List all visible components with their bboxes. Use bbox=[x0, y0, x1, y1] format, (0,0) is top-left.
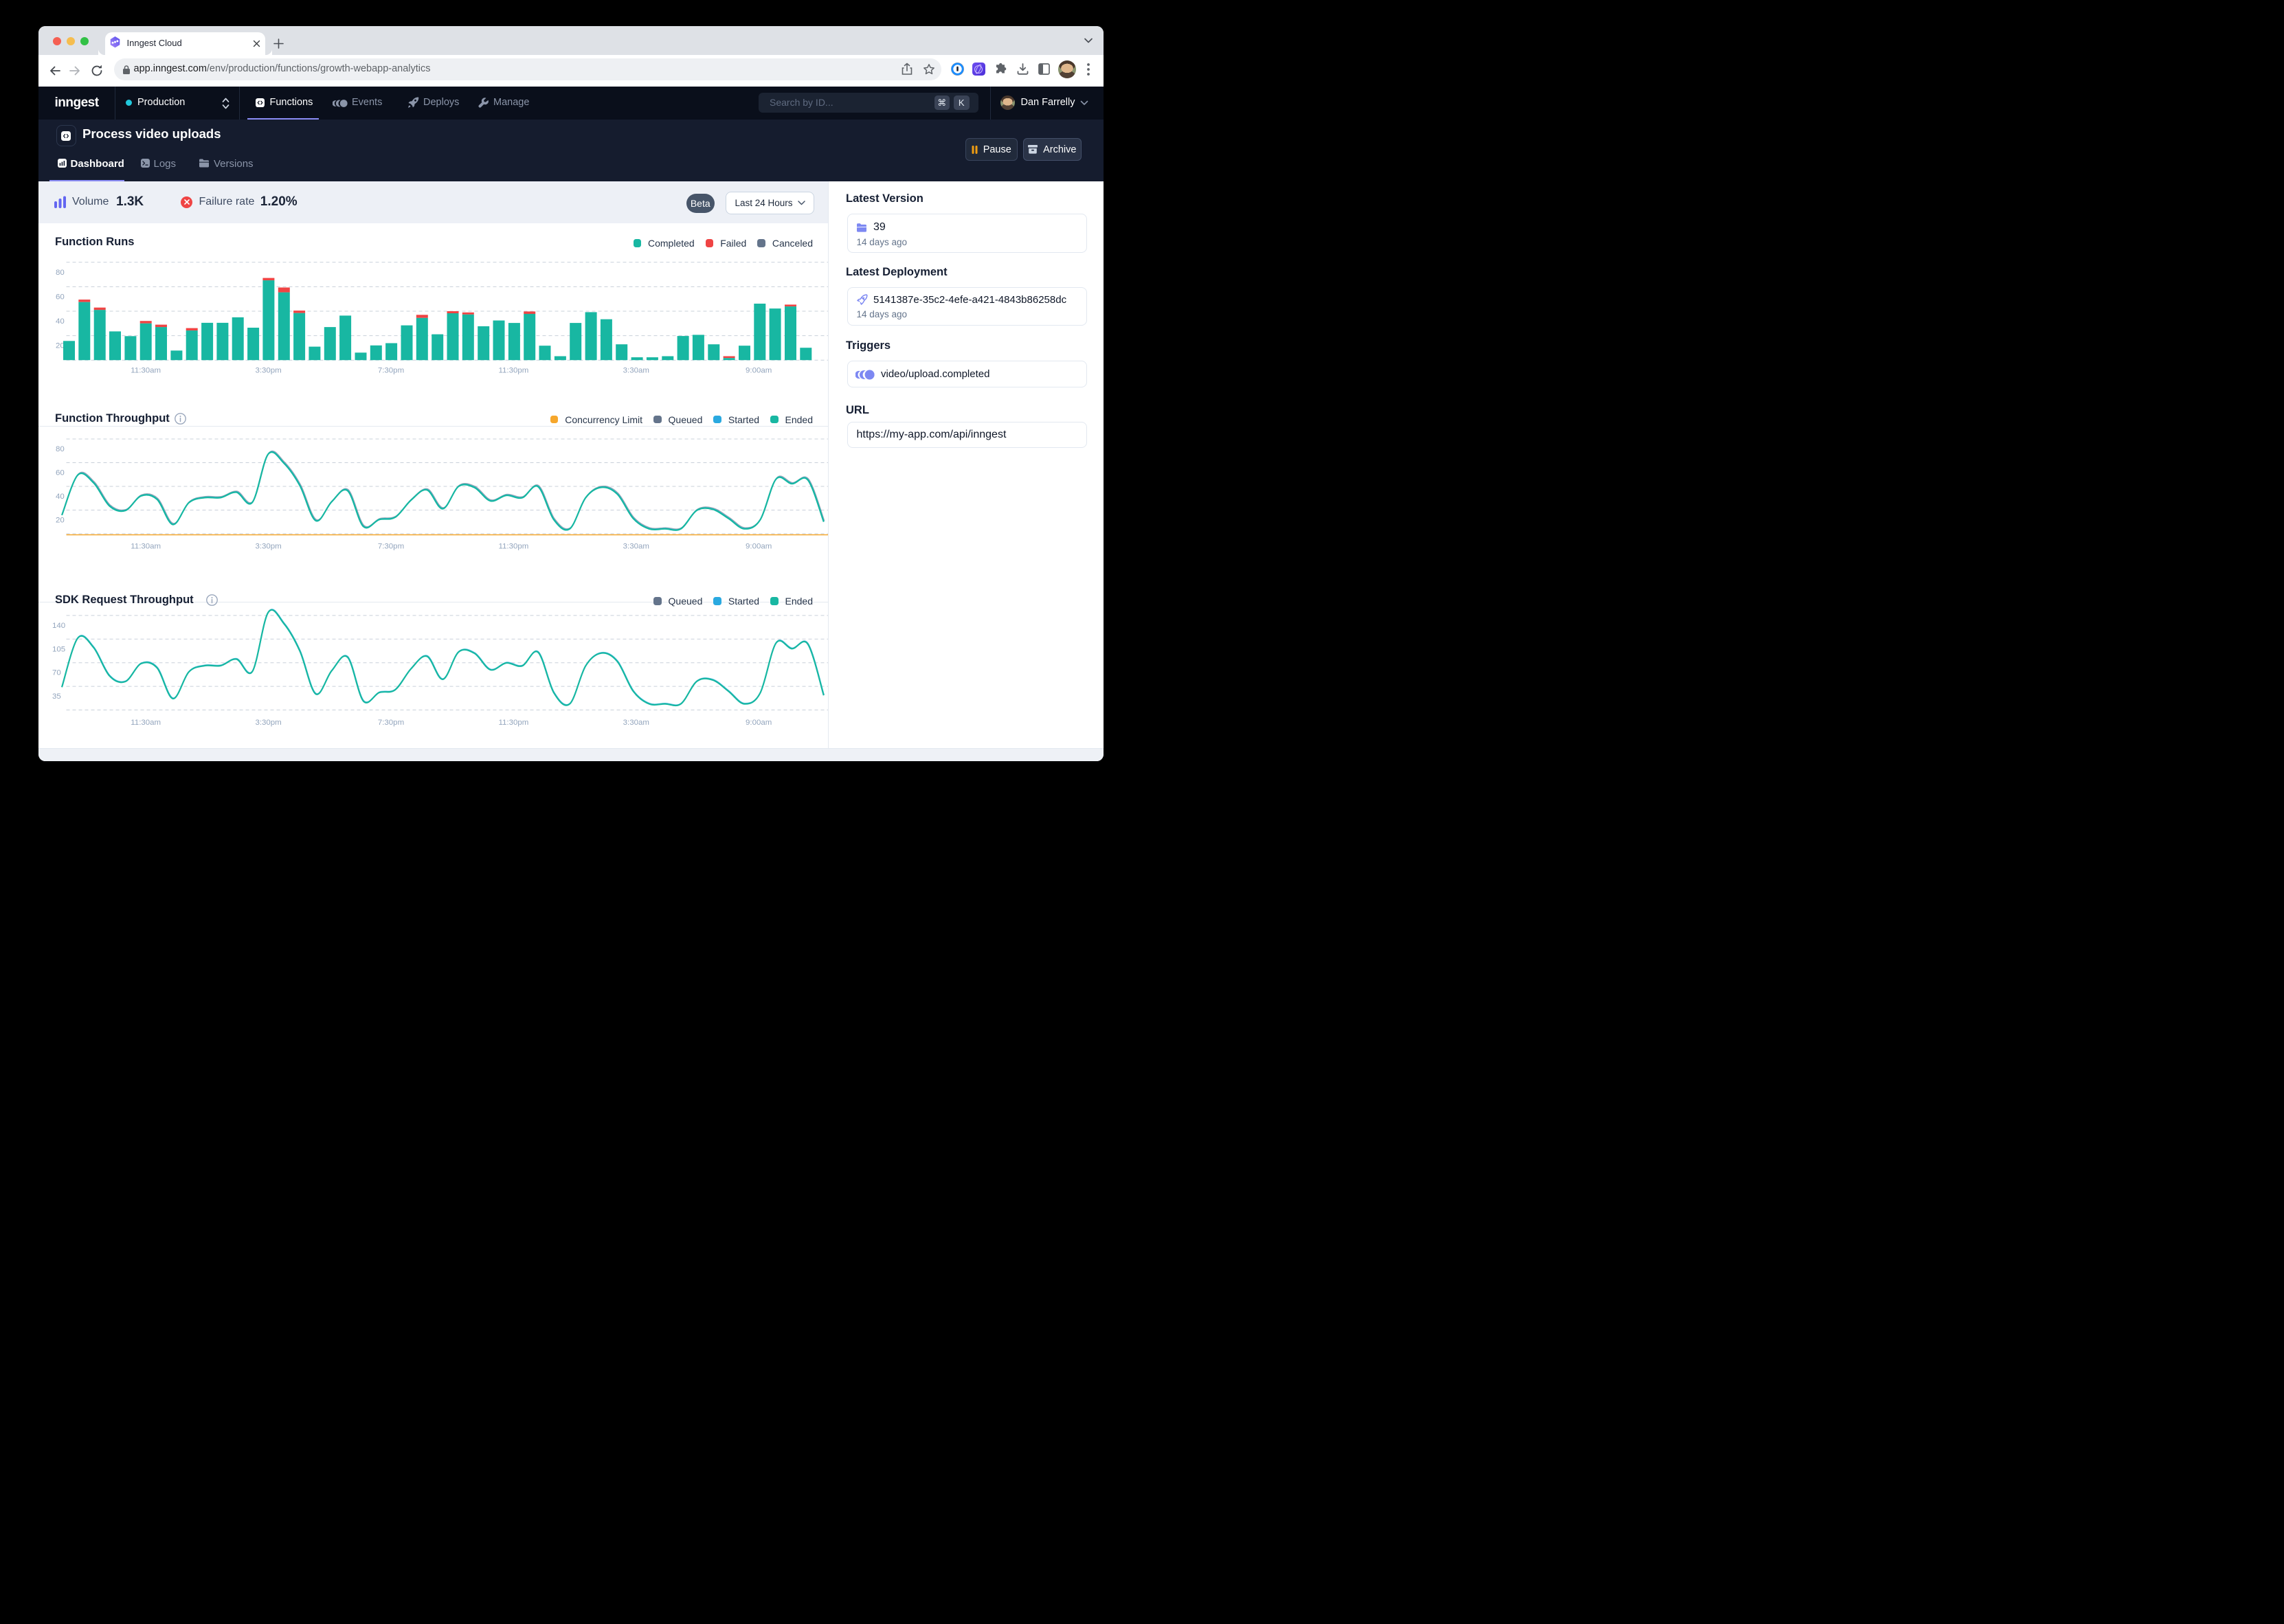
svg-text:11:30am: 11:30am bbox=[131, 366, 161, 374]
svg-text:80: 80 bbox=[56, 445, 65, 453]
svg-text:60: 60 bbox=[56, 293, 65, 301]
svg-text:7:30pm: 7:30pm bbox=[378, 719, 404, 727]
svg-text:20: 20 bbox=[56, 516, 65, 524]
svg-text:40: 40 bbox=[56, 493, 65, 501]
svg-text:105: 105 bbox=[52, 645, 65, 653]
svg-text:3:30am: 3:30am bbox=[623, 719, 649, 727]
svg-text:35: 35 bbox=[52, 692, 61, 701]
svg-text:7:30pm: 7:30pm bbox=[378, 542, 404, 550]
svg-text:11:30pm: 11:30pm bbox=[498, 542, 528, 550]
svg-text:3:30pm: 3:30pm bbox=[255, 542, 281, 550]
svg-text:3:30pm: 3:30pm bbox=[255, 366, 281, 374]
svg-text:9:00am: 9:00am bbox=[746, 719, 772, 727]
svg-text:3:30pm: 3:30pm bbox=[255, 719, 281, 727]
svg-text:140: 140 bbox=[52, 622, 65, 630]
svg-text:11:30pm: 11:30pm bbox=[498, 366, 528, 374]
svg-text:7:30pm: 7:30pm bbox=[378, 366, 404, 374]
svg-text:9:00am: 9:00am bbox=[746, 366, 772, 374]
svg-text:3:30am: 3:30am bbox=[623, 542, 649, 550]
svg-text:70: 70 bbox=[52, 669, 61, 677]
svg-text:3:30am: 3:30am bbox=[623, 366, 649, 374]
svg-text:11:30am: 11:30am bbox=[131, 542, 161, 550]
svg-text:9:00am: 9:00am bbox=[746, 542, 772, 550]
svg-text:60: 60 bbox=[56, 469, 65, 477]
svg-text:20: 20 bbox=[56, 342, 65, 350]
svg-text:40: 40 bbox=[56, 317, 65, 326]
svg-text:80: 80 bbox=[56, 269, 65, 277]
svg-text:11:30am: 11:30am bbox=[131, 719, 161, 727]
svg-text:11:30pm: 11:30pm bbox=[498, 719, 528, 727]
